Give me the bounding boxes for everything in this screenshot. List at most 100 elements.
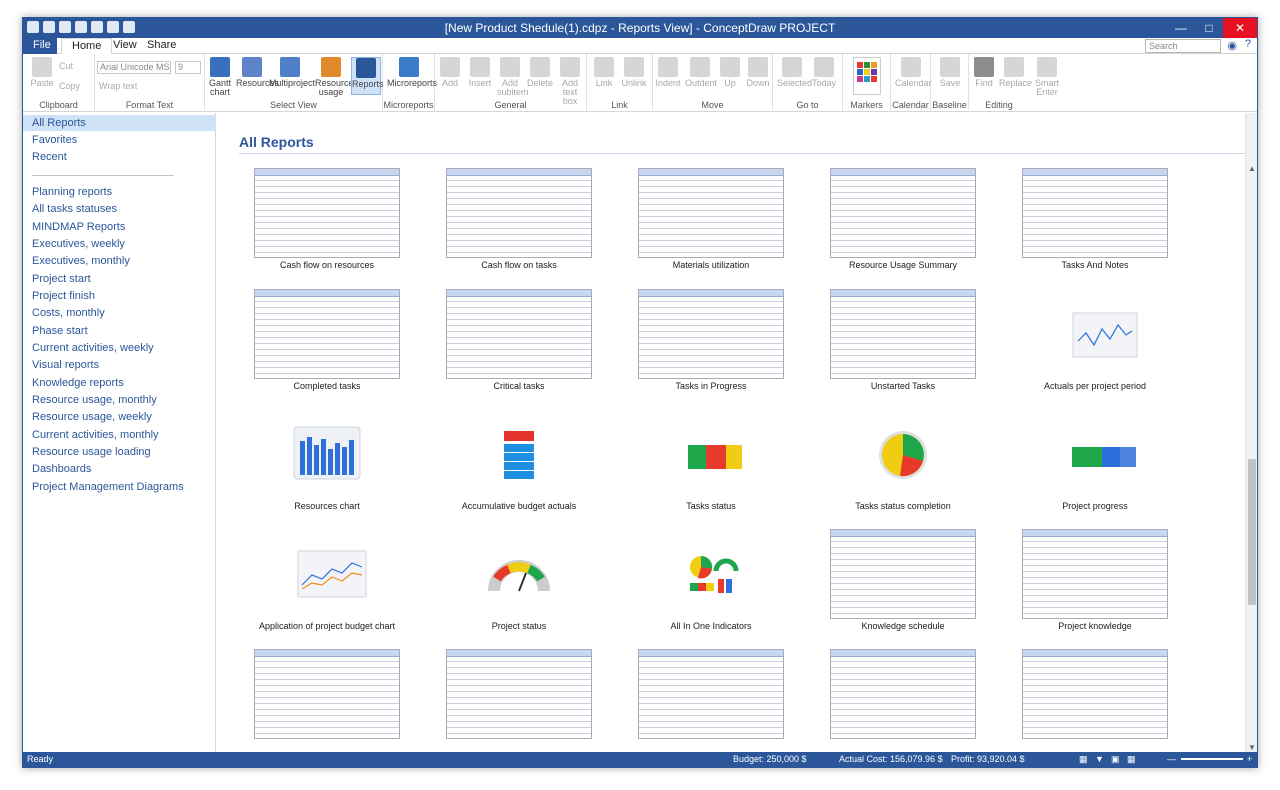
view-mode-icon[interactable]: ▦ <box>1079 754 1088 765</box>
sidebar-item-phase-start[interactable]: Phase start <box>23 323 216 339</box>
help-icon[interactable]: ? <box>1245 38 1251 50</box>
sidebar-item-executives-weekly[interactable]: Executives, weekly <box>23 236 216 252</box>
report-card[interactable]: Cash flow on tasks <box>424 168 614 288</box>
report-card[interactable]: Project status <box>424 529 614 649</box>
report-card[interactable] <box>808 649 998 754</box>
unlink-button[interactable]: Unlink <box>621 57 647 88</box>
gantt-chart-button[interactable]: Gantt chart <box>207 57 233 97</box>
sidebar-item-all-reports[interactable]: All Reports <box>23 115 216 131</box>
microreports-button[interactable]: Microreports <box>387 57 437 88</box>
sidebar-item-current-activities-weekly[interactable]: Current activities, weekly <box>23 340 216 356</box>
close-icon[interactable]: ✕ <box>1223 18 1257 38</box>
report-card[interactable]: Actuals per project period <box>1000 289 1190 409</box>
report-card[interactable]: Materials utilization <box>616 168 806 288</box>
search-input[interactable]: Search <box>1145 39 1221 53</box>
report-card[interactable]: Critical tasks <box>424 289 614 409</box>
sidebar-item-knowledge-reports[interactable]: Knowledge reports <box>23 375 216 391</box>
report-card[interactable]: Knowledge schedule <box>808 529 998 649</box>
sidebar-item-favorites[interactable]: Favorites <box>23 132 216 148</box>
report-card[interactable]: Resources chart <box>232 409 422 529</box>
maximize-icon[interactable]: □ <box>1195 18 1223 38</box>
outdent-button[interactable]: Outdent <box>685 57 717 88</box>
sidebar-item-all-tasks-statuses[interactable]: All tasks statuses <box>23 201 216 217</box>
link-button[interactable]: Link <box>591 57 617 88</box>
report-card[interactable]: Resource Usage Summary <box>808 168 998 288</box>
report-card[interactable] <box>616 649 806 754</box>
document-icon[interactable]: ▣ <box>1111 754 1120 765</box>
selected-button[interactable]: Selected <box>777 57 812 88</box>
scroll-thumb[interactable] <box>1248 459 1256 605</box>
report-card[interactable]: Tasks status completion <box>808 409 998 529</box>
sidebar-item-resource-usage-loading[interactable]: Resource usage loading <box>23 444 216 460</box>
resource-usage-icon <box>321 57 341 77</box>
sidebar-item-project-start[interactable]: Project start <box>23 271 216 287</box>
report-card[interactable] <box>232 649 422 754</box>
sidebar-item-current-activities-monthly[interactable]: Current activities, monthly <box>23 427 216 443</box>
sidebar-item-visual-reports[interactable]: Visual reports <box>23 357 216 373</box>
tab-share[interactable]: Share <box>137 38 186 54</box>
tab-file[interactable]: File <box>23 38 57 54</box>
zoom-in-icon[interactable]: + <box>1247 754 1252 764</box>
sidebar-item-costs-monthly[interactable]: Costs, monthly <box>23 305 216 321</box>
replace-button[interactable]: Replace <box>999 57 1032 88</box>
report-card[interactable]: Tasks in Progress <box>616 289 806 409</box>
up-button[interactable]: Up <box>717 57 743 88</box>
save-baseline-button[interactable]: Save <box>937 57 963 88</box>
minimize-icon[interactable]: — <box>1167 18 1195 38</box>
report-card[interactable]: Project knowledge <box>1000 529 1190 649</box>
add-button[interactable]: Add <box>437 57 463 88</box>
layout-icon[interactable]: ▦ <box>1127 754 1136 765</box>
wrap-text-button[interactable]: Wrap text <box>99 81 137 91</box>
report-card[interactable]: Tasks And Notes <box>1000 168 1190 288</box>
report-card[interactable]: Accumulative budget actuals <box>424 409 614 529</box>
sidebar-item-resource-usage-monthly[interactable]: Resource usage, monthly <box>23 392 216 408</box>
report-card[interactable]: Application of project budget chart <box>232 529 422 649</box>
sidebar-item-planning-reports[interactable]: Planning reports <box>23 184 216 200</box>
report-card[interactable]: Completed tasks <box>232 289 422 409</box>
report-card[interactable]: Project progress <box>1000 409 1190 529</box>
zoom-out-icon[interactable]: — <box>1167 754 1176 764</box>
font-select[interactable]: Arial Unicode MS <box>97 61 171 74</box>
resources-button[interactable]: Resources <box>236 57 279 88</box>
sidebar-item-recent[interactable]: Recent <box>23 149 216 165</box>
report-card[interactable] <box>1000 649 1190 754</box>
report-card[interactable] <box>424 649 614 754</box>
report-thumbnail <box>830 168 976 258</box>
zoom-slider[interactable] <box>1181 758 1243 760</box>
vertical-scrollbar[interactable]: ▲ ▼ <box>1245 113 1257 754</box>
insert-button[interactable]: Insert <box>467 57 493 88</box>
sidebar-item-executives-monthly[interactable]: Executives, monthly <box>23 253 216 269</box>
sidebar-item-dashboards[interactable]: Dashboards <box>23 461 216 477</box>
sidebar-item-mindmap-reports[interactable]: MINDMAP Reports <box>23 219 216 235</box>
report-title: Knowledge schedule <box>861 621 945 631</box>
paste-button[interactable]: Paste <box>29 57 55 88</box>
report-card[interactable]: All In One Indicators <box>616 529 806 649</box>
markers-button[interactable] <box>853 57 881 95</box>
font-size-select[interactable]: 9 <box>175 61 201 74</box>
find-button[interactable]: Find <box>971 57 997 88</box>
down-button[interactable]: Down <box>745 57 771 88</box>
delete-button[interactable]: Delete <box>527 57 553 88</box>
scroll-up-icon[interactable]: ▲ <box>1246 163 1257 175</box>
copy-button[interactable]: Copy <box>59 81 80 91</box>
today-button[interactable]: Today <box>811 57 837 88</box>
sidebar-item-resource-usage-weekly[interactable]: Resource usage, weekly <box>23 409 216 425</box>
sidebar-item-project-management-diagrams[interactable]: Project Management Diagrams <box>23 479 216 495</box>
sidebar-item-project-finish[interactable]: Project finish <box>23 288 216 304</box>
group-label: Format Text <box>125 100 174 110</box>
report-title: Tasks And Notes <box>1061 260 1129 270</box>
resource-usage-button[interactable]: Resource usage <box>315 57 354 97</box>
multiproject-button[interactable]: Multiproject <box>269 57 315 88</box>
reports-button[interactable]: Reports <box>351 57 384 95</box>
cut-button[interactable]: Cut <box>59 61 73 71</box>
report-card[interactable]: Tasks status <box>616 409 806 529</box>
report-card[interactable]: Unstarted Tasks <box>808 289 998 409</box>
smart-enter-button[interactable]: Smart Enter <box>1033 57 1061 97</box>
add-text-box-button[interactable]: Add text box <box>557 57 583 106</box>
report-card[interactable]: Cash flow on resources <box>232 168 422 288</box>
binoculars-icon[interactable]: ◉ <box>1227 39 1237 52</box>
add-subitem-button[interactable]: Add subitem <box>497 57 529 97</box>
calendar-button[interactable]: Calendar <box>895 57 932 88</box>
indent-button[interactable]: Indent <box>655 57 681 88</box>
filter-icon[interactable]: ▼ <box>1095 754 1104 764</box>
